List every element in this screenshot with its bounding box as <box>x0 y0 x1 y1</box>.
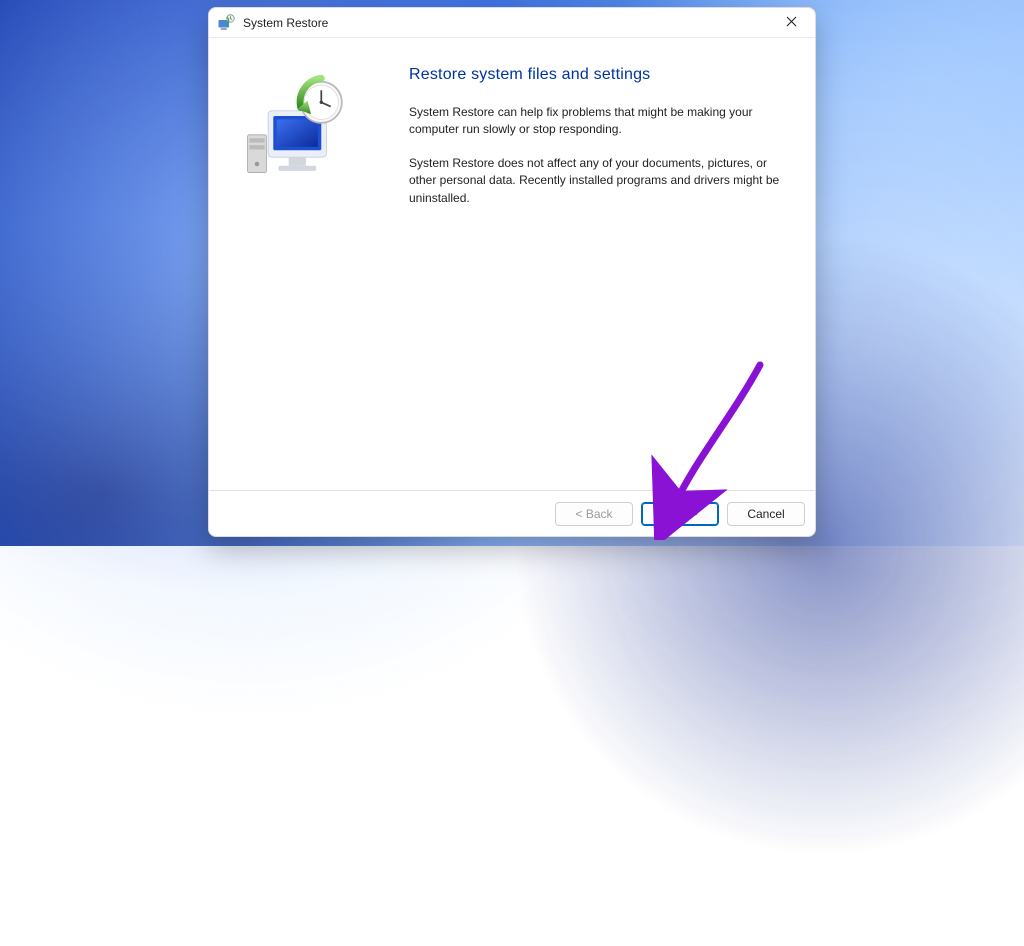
paragraph-2: System Restore does not affect any of yo… <box>409 155 785 207</box>
system-restore-dialog: System Restore <box>208 7 816 537</box>
next-button[interactable]: Next > <box>641 502 719 526</box>
titlebar: System Restore <box>209 8 815 38</box>
close-button[interactable] <box>771 11 811 35</box>
button-bar: < Back Next > Cancel <box>209 490 815 536</box>
dialog-body: Restore system files and settings System… <box>209 38 815 490</box>
cancel-button[interactable]: Cancel <box>727 502 805 526</box>
illustration-panel <box>229 58 409 490</box>
page-heading: Restore system files and settings <box>409 66 785 84</box>
paragraph-1: System Restore can help fix problems tha… <box>409 104 785 139</box>
restore-illustration-icon <box>239 68 359 188</box>
close-icon <box>786 15 797 30</box>
back-button: < Back <box>555 502 633 526</box>
system-restore-icon <box>217 14 235 32</box>
window-title: System Restore <box>243 16 771 30</box>
content-panel: Restore system files and settings System… <box>409 58 795 490</box>
